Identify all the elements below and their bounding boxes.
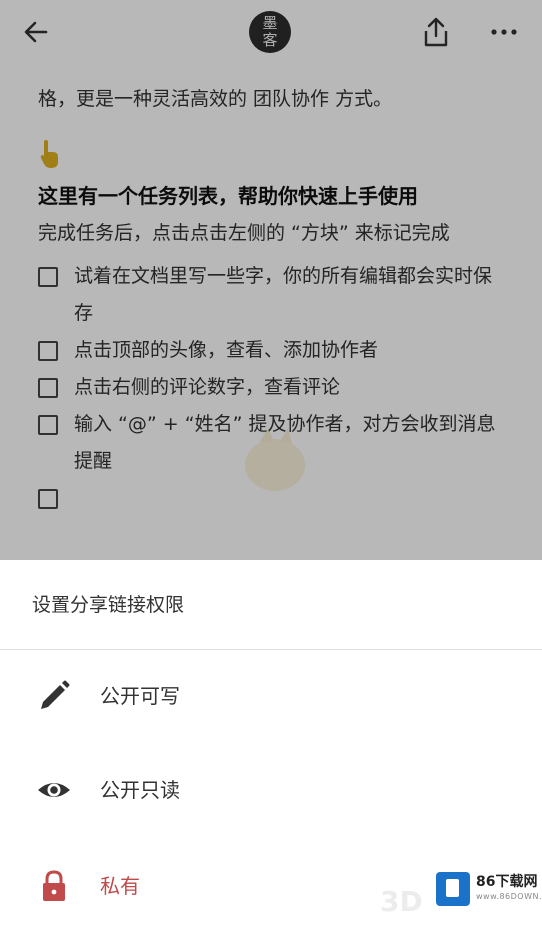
watermark-faint-text: 3D: [380, 885, 423, 918]
option-label: 公开只读: [100, 778, 180, 802]
eye-icon: [38, 783, 70, 797]
lock-icon: [43, 870, 65, 901]
watermark-brand: 86下载网: [476, 874, 538, 890]
watermark-logo: 86下载网 www.86DOWN.COM: [436, 870, 542, 910]
modal-backdrop[interactable]: [0, 0, 542, 560]
option-label: 公开可写: [100, 684, 180, 708]
option-label: 私有: [100, 874, 140, 898]
share-permission-sheet: 设置分享链接权限 公开可写 公开只读 私有: [0, 560, 542, 923]
option-public-write[interactable]: 公开可写: [0, 650, 542, 742]
watermark-sub: www.86DOWN.COM: [476, 892, 542, 901]
pencil-icon: [41, 680, 70, 709]
sheet-title: 设置分享链接权限: [32, 594, 185, 616]
option-public-read[interactable]: 公开只读: [0, 744, 542, 836]
watermark-box-icon: [436, 872, 470, 906]
